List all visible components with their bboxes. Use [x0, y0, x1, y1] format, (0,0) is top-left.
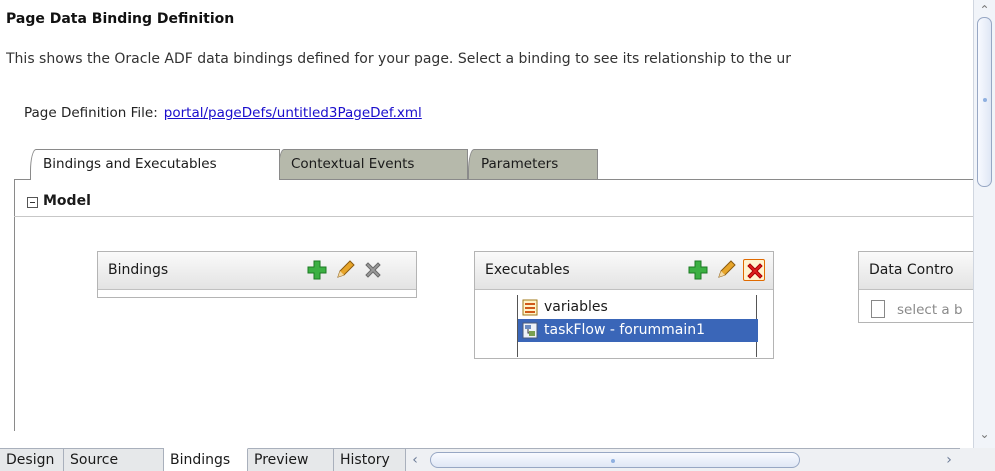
executables-list: variables taskFlow - forummain1	[517, 295, 758, 357]
page-definition-label: Page Definition File:	[24, 105, 158, 121]
scroll-right-icon[interactable]: ›	[942, 451, 956, 469]
edit-executable-icon[interactable]	[715, 259, 737, 281]
variables-icon	[522, 299, 538, 316]
tab-contextual-events[interactable]: Contextual Events	[278, 149, 468, 179]
scroll-up-icon[interactable]: ⌃	[978, 4, 991, 16]
page-description: This shows the Oracle ADF data bindings …	[6, 51, 792, 67]
scroll-left-icon[interactable]: ‹	[408, 451, 422, 469]
data-controls-hint: select a b	[897, 302, 963, 318]
document-icon	[871, 300, 885, 318]
tab-bindings-and-executables[interactable]: Bindings and Executables	[30, 149, 280, 180]
page-definition-link[interactable]: portal/pageDefs/untitled3PageDef.xml	[164, 105, 422, 121]
executables-panel-title: Executables	[485, 262, 570, 278]
executable-item-label: variables	[544, 299, 608, 315]
editor-tab-strip: Design Source Bindings Preview History ‹…	[0, 448, 995, 471]
horizontal-scrollbar[interactable]: ‹ ›	[406, 450, 960, 470]
add-binding-icon[interactable]	[306, 259, 328, 281]
page-definition-row: Page Definition File: portal/pageDefs/unt…	[24, 105, 422, 121]
executable-item-taskflow[interactable]: taskFlow - forummain1	[518, 319, 758, 342]
bindings-panel-title: Bindings	[108, 262, 169, 278]
bottom-tab-history[interactable]: History	[334, 449, 406, 471]
model-section-label: Model	[43, 193, 91, 209]
page-title: Page Data Binding Definition	[6, 11, 235, 27]
bottom-tab-design[interactable]: Design	[0, 449, 64, 471]
bottom-tab-source[interactable]: Source	[64, 449, 164, 471]
executable-item-variables[interactable]: variables	[518, 296, 758, 319]
bottom-tab-preview[interactable]: Preview	[248, 449, 334, 471]
executable-item-label: taskFlow - forummain1	[544, 322, 706, 338]
model-divider	[14, 216, 974, 217]
data-controls-panel-title: Data Contro	[869, 262, 954, 278]
tab-parameters[interactable]: Parameters	[468, 149, 598, 179]
add-executable-icon[interactable]	[687, 259, 709, 281]
executables-panel: Executables variables taskFlow - forumma…	[474, 251, 774, 359]
model-collapse-toggle[interactable]	[27, 197, 38, 208]
delete-binding-icon[interactable]	[362, 259, 384, 281]
delete-executable-icon[interactable]	[743, 259, 765, 281]
bottom-tab-bindings[interactable]: Bindings	[164, 448, 248, 471]
scroll-corner	[960, 448, 995, 471]
horizontal-scroll-thumb[interactable]	[430, 452, 800, 468]
executables-panel-header: Executables	[475, 252, 773, 290]
edit-binding-icon[interactable]	[334, 259, 356, 281]
taskflow-icon	[522, 322, 538, 339]
scroll-down-icon[interactable]: ⌄	[978, 428, 991, 440]
vertical-scroll-thumb[interactable]	[977, 17, 992, 187]
bindings-panel: Bindings	[97, 251, 417, 298]
vertical-scrollbar[interactable]: ⌃ ⌄	[973, 0, 995, 448]
bindings-panel-header: Bindings	[98, 252, 416, 290]
